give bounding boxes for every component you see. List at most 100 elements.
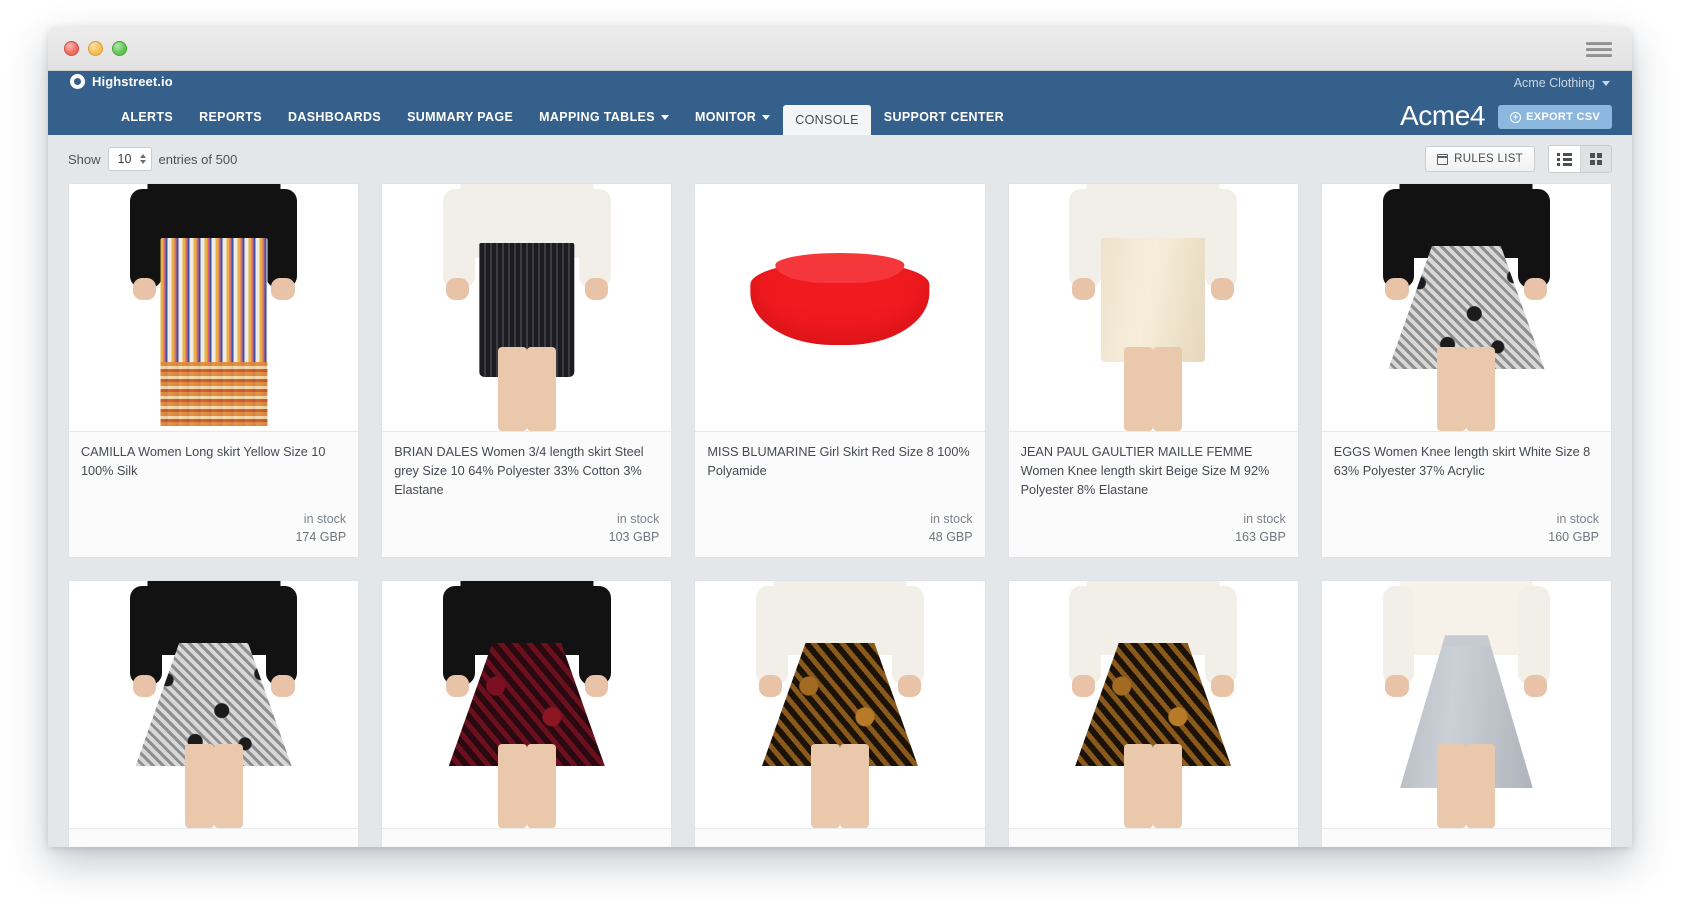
export-csv-label: EXPORT CSV <box>1526 111 1600 123</box>
product-info <box>382 829 671 847</box>
entries-total-label: entries of 500 <box>158 151 238 167</box>
nav-item-support-center[interactable]: SUPPORT CENTER <box>871 99 1017 135</box>
products-scroll-area[interactable]: CAMILLA Women Long skirt Yellow Size 10 … <box>48 183 1632 847</box>
close-window-button[interactable] <box>64 41 79 56</box>
nav-label: ALERTS <box>121 110 174 124</box>
nav-label: SUMMARY PAGE <box>407 110 514 124</box>
nav-item-summary-page[interactable]: SUMMARY PAGE <box>394 99 526 135</box>
chevron-down-icon <box>660 114 669 120</box>
product-image <box>382 184 672 432</box>
product-info <box>695 829 984 847</box>
export-csv-button[interactable]: + EXPORT CSV <box>1498 105 1612 129</box>
product-card[interactable]: EGGS Women Knee length skirt White Size … <box>1320 183 1612 558</box>
application-viewport: Highstreet.io Acme Clothing ALERTS REPOR… <box>48 71 1632 847</box>
brand-name: Highstreet.io <box>92 74 173 89</box>
nav-label: MAPPING TABLES <box>539 110 655 124</box>
rules-list-button[interactable]: RULES LIST <box>1425 146 1535 172</box>
product-info: CAMILLA Women Long skirt Yellow Size 10 … <box>69 432 358 557</box>
stepper-icon <box>139 154 146 164</box>
maximize-window-button[interactable] <box>112 41 127 56</box>
product-meta: in stock 174 GBP <box>81 510 346 547</box>
product-info: JEAN PAUL GAULTIER MAILLE FEMME Women Kn… <box>1009 432 1298 557</box>
product-price: 160 GBP <box>1548 530 1599 544</box>
product-title: EGGS Women Knee length skirt White Size … <box>1333 445 1591 478</box>
product-info <box>1322 829 1611 847</box>
chevron-down-icon <box>1602 80 1610 86</box>
product-info <box>1009 829 1298 847</box>
view-toggle <box>1548 145 1612 173</box>
nav-item-monitor[interactable]: MONITOR <box>682 99 783 135</box>
product-card[interactable]: MISS BLUMARINE Girl Skirt Red Size 8 100… <box>694 183 986 558</box>
product-image <box>69 184 359 432</box>
window-controls <box>64 41 127 56</box>
nav-label: SUPPORT CENTER <box>883 110 1004 124</box>
product-price: 174 GBP <box>295 530 347 544</box>
browser-window: Highstreet.io Acme Clothing ALERTS REPOR… <box>48 27 1632 847</box>
product-meta: in stock 103 GBP <box>394 510 660 547</box>
list-view-button[interactable] <box>1549 146 1580 172</box>
main-navigation: ALERTS REPORTS DASHBOARDS SUMMARY PAGE M… <box>48 99 1632 135</box>
product-title: JEAN PAUL GAULTIER MAILLE FEMME Women Kn… <box>1020 445 1270 497</box>
product-stock: in stock <box>303 512 347 526</box>
product-image <box>695 581 985 829</box>
tenant-logo: Acme4 <box>1399 100 1486 131</box>
product-title: BRIAN DALES Women 3/4 length skirt Steel… <box>394 445 644 497</box>
hamburger-icon[interactable] <box>1586 42 1612 57</box>
product-price: 163 GBP <box>1235 530 1286 544</box>
product-image <box>1008 581 1298 829</box>
toolbar-right-group: RULES LIST <box>1425 145 1612 173</box>
product-card[interactable] <box>1320 580 1612 847</box>
product-title: MISS BLUMARINE Girl Skirt Red Size 8 100… <box>707 445 970 478</box>
table-toolbar: Show 10 entries of 500 RULES LIST <box>48 135 1632 183</box>
product-image <box>1321 581 1611 829</box>
product-meta: in stock 160 GBP <box>1334 510 1599 547</box>
product-card[interactable]: CAMILLA Women Long skirt Yellow Size 10 … <box>68 183 360 558</box>
product-stock: in stock <box>617 512 660 526</box>
product-card[interactable] <box>1007 580 1299 847</box>
nav-item-mapping-tables[interactable]: MAPPING TABLES <box>526 99 682 135</box>
nav-label: CONSOLE <box>795 113 859 127</box>
chevron-down-icon <box>762 114 771 120</box>
product-price: 48 GBP <box>928 530 973 544</box>
product-meta: in stock 48 GBP <box>707 510 973 547</box>
plus-circle-icon: + <box>1510 111 1522 123</box>
product-card[interactable] <box>68 580 360 847</box>
screenshot-root: Highstreet.io Acme Clothing ALERTS REPOR… <box>0 0 1681 901</box>
nav-item-dashboards[interactable]: DASHBOARDS <box>275 99 394 135</box>
account-menu[interactable]: Acme Clothing <box>1514 76 1610 90</box>
product-card[interactable] <box>381 580 673 847</box>
nav-right-group: Acme4 + EXPORT CSV <box>1400 99 1612 135</box>
show-entries-group: Show 10 entries of 500 <box>68 147 237 171</box>
brand-bar: Highstreet.io Acme Clothing <box>48 71 1632 99</box>
product-info: BRIAN DALES Women 3/4 length skirt Steel… <box>382 432 671 557</box>
products-grid: CAMILLA Women Long skirt Yellow Size 10 … <box>68 183 1612 847</box>
product-info <box>69 829 358 847</box>
product-meta: in stock 163 GBP <box>1021 510 1286 547</box>
product-stock: in stock <box>930 512 973 526</box>
nav-item-console[interactable]: CONSOLE <box>783 105 871 135</box>
product-title: CAMILLA Women Long skirt Yellow Size 10 … <box>81 445 326 478</box>
account-name: Acme Clothing <box>1513 76 1595 90</box>
nav-label: MONITOR <box>694 110 757 124</box>
product-info: MISS BLUMARINE Girl Skirt Red Size 8 100… <box>695 432 984 557</box>
minimize-window-button[interactable] <box>88 41 103 56</box>
show-label: Show <box>68 151 101 167</box>
nav-item-alerts[interactable]: ALERTS <box>108 99 186 135</box>
highstreet-logo-icon <box>70 74 85 89</box>
product-card[interactable]: BRIAN DALES Women 3/4 length skirt Steel… <box>381 183 673 558</box>
brand-logo-link[interactable]: Highstreet.io <box>70 74 173 89</box>
grid-view-icon <box>1590 153 1602 165</box>
product-image <box>69 581 359 829</box>
entries-per-page-value: 10 <box>117 152 132 166</box>
nav-item-reports[interactable]: REPORTS <box>186 99 275 135</box>
nav-label: DASHBOARDS <box>287 110 382 124</box>
product-card[interactable] <box>694 580 986 847</box>
entries-per-page-select[interactable]: 10 <box>107 147 152 171</box>
window-titlebar <box>48 27 1632 71</box>
nav-items: ALERTS REPORTS DASHBOARDS SUMMARY PAGE M… <box>108 99 1017 135</box>
rules-list-label: RULES LIST <box>1454 153 1523 165</box>
product-card[interactable]: JEAN PAUL GAULTIER MAILLE FEMME Women Kn… <box>1007 183 1299 558</box>
product-price: 103 GBP <box>608 530 660 544</box>
product-stock: in stock <box>1556 512 1599 526</box>
grid-view-button[interactable] <box>1580 146 1611 172</box>
